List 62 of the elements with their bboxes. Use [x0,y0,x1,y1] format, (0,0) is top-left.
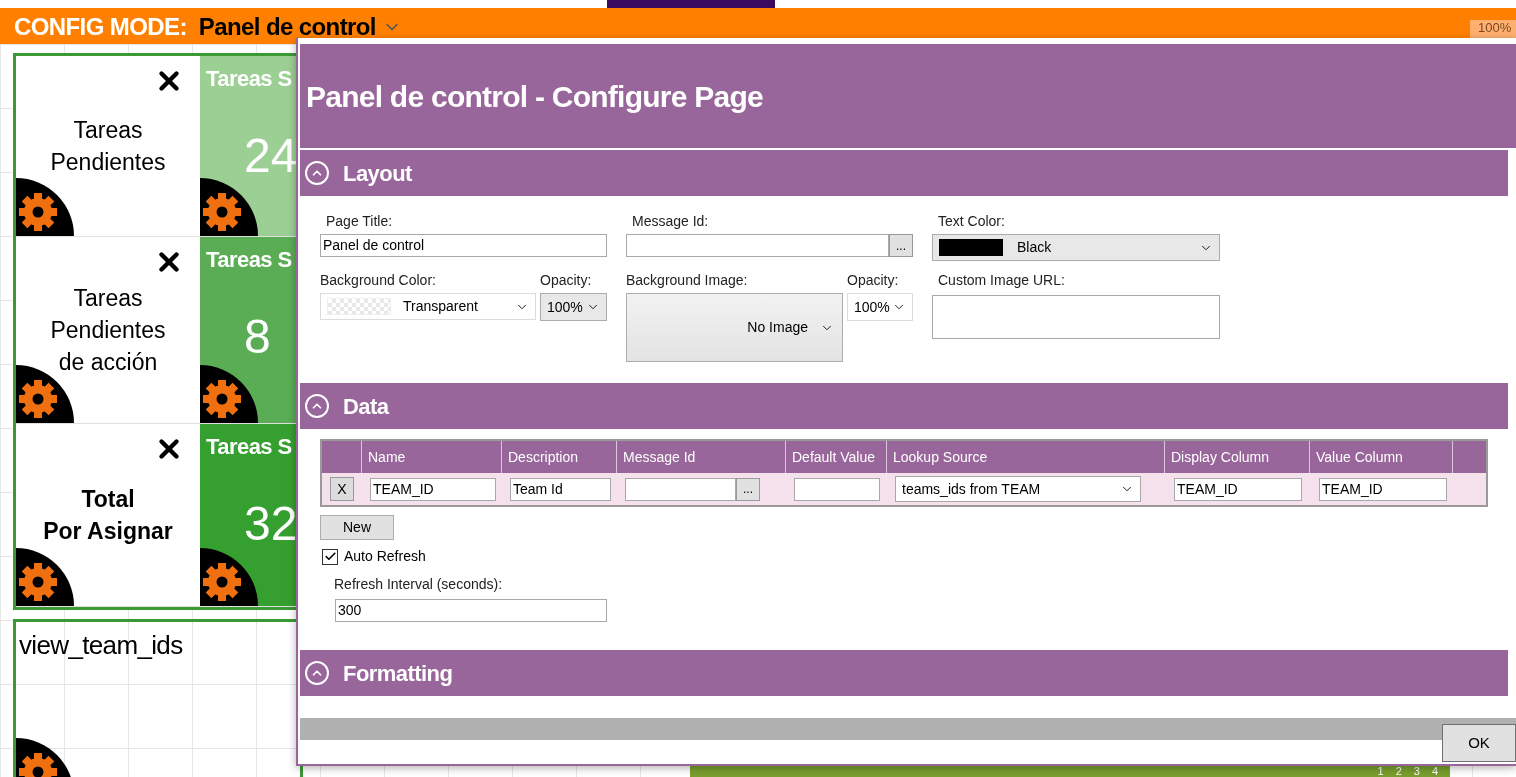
name-field[interactable]: TEAM_ID [370,477,496,501]
tile-label: Total Por Asignar [43,485,173,546]
section-title: Data [343,392,389,421]
tile-label: Tareas Pendientes de acción [50,284,166,377]
new-button[interactable]: New [320,515,394,540]
remove-button[interactable]: X [330,477,354,501]
ok-button[interactable]: OK [1442,724,1516,762]
value-column-field[interactable]: TEAM_ID [1319,477,1447,501]
browse-button[interactable]: ... [889,234,913,257]
field-label: Custom Image URL: [938,271,1066,289]
section-header[interactable]: Layout [300,150,1508,196]
message-id-field[interactable] [626,234,889,257]
gear-icon[interactable] [200,548,258,606]
field-label: Opacity: [847,271,900,289]
tile-title: Tareas S [206,433,292,461]
tile-label: Tareas Pendientes [50,116,166,177]
description-field[interactable]: Team Id [510,477,611,501]
tile-value: 8 [244,309,271,365]
checkbox-label: Auto Refresh [344,547,426,566]
opacity-select[interactable]: 100% [540,293,607,321]
field-label: Text Color: [938,212,1006,230]
collapse-icon[interactable] [305,661,329,685]
tile-title: Tareas S [206,246,292,274]
tile-label-panel[interactable]: Tareas Pendientes [16,56,200,236]
dialog-title: Panel de control - Configure Page [306,78,763,115]
default-value-field[interactable] [794,477,880,501]
section-header[interactable]: Formatting [300,650,1508,696]
collapse-icon[interactable] [305,394,329,418]
gear-icon[interactable] [16,178,74,236]
background-image-dropdown[interactable]: No Image [626,293,843,362]
field-label: Background Image: [626,271,749,289]
display-column-field[interactable]: TEAM_ID [1174,477,1302,501]
collapse-icon[interactable] [305,161,329,185]
config-mode-label: CONFIG MODE: [14,13,187,41]
gear-icon[interactable] [200,365,258,423]
custom-image-url-field[interactable] [932,295,1220,339]
tile-value: 24 [244,128,296,184]
background-color-dropdown[interactable]: Transparent [320,293,536,320]
refresh-interval-field[interactable]: 300 [335,599,607,622]
gear-icon[interactable] [200,178,258,236]
field-label: Opacity: [540,271,593,289]
browse-button[interactable]: ... [736,477,760,501]
field-label: Page Title: [326,212,394,230]
page-selector[interactable]: Panel de control [198,13,402,41]
gear-icon[interactable] [16,548,74,606]
field-label: Message Id: [632,212,710,230]
tile-label-panel[interactable]: Total Por Asignar [16,424,200,606]
section-title: Formatting [343,659,453,688]
opacity-select[interactable]: 100% [847,293,913,321]
section-header[interactable]: Data [300,383,1508,429]
page-title-field[interactable]: Panel de control [320,234,607,257]
message-id-field[interactable] [625,477,736,501]
tile-value: 32 [244,496,296,552]
tile-title: view_team_ids [19,629,183,662]
field-label: Refresh Interval (seconds): [334,575,504,593]
auto-refresh-checkbox[interactable] [322,548,338,565]
text-color-dropdown[interactable]: Black [932,234,1220,261]
lookup-source-dropdown[interactable]: teams_ids from TEAM [895,476,1141,502]
tile-label-panel[interactable]: Tareas Pendientes de acción [16,237,200,423]
section-title: Layout [343,159,412,188]
tile-title: Tareas S [206,65,292,93]
field-label: Background Color: [320,271,437,289]
